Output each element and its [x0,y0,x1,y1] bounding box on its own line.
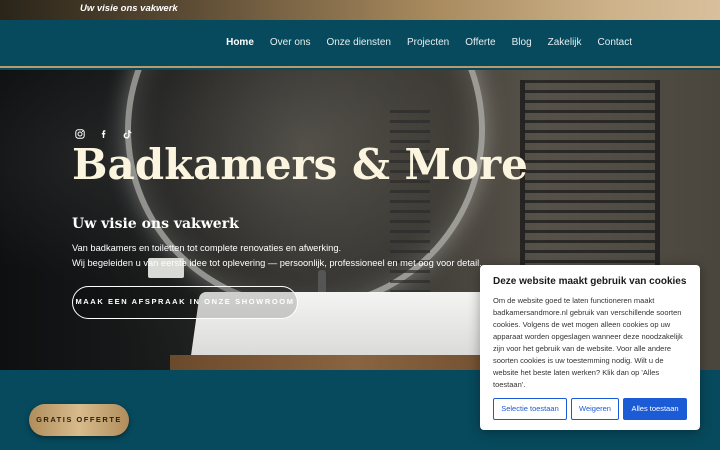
allow-all-cookies-button[interactable]: Alles toestaan [623,398,687,420]
allow-selection-button[interactable]: Selectie toestaan [493,398,567,420]
nav-item-zakelijk[interactable]: Zakelijk [548,37,582,48]
hero-description-line-2: Wij begeleiden u van eerste idee tot opl… [72,258,482,268]
facebook-icon[interactable] [99,124,109,138]
hero-description: Van badkamers en toiletten tot complete … [72,241,492,271]
nav-item-onze-diensten[interactable]: Onze diensten [326,37,391,48]
instagram-icon[interactable] [75,124,85,139]
hero-subtitle: Uw visie ons vakwerk [72,216,239,232]
cookie-title: Deze website maakt gebruik van cookies [493,276,687,287]
nav-item-projecten[interactable]: Projecten [407,37,449,48]
cookie-buttons: Selectie toestaan Weigeren Alles toestaa… [493,398,687,420]
deny-cookies-button[interactable]: Weigeren [571,398,619,420]
cookie-text: Om de website goed te laten functioneren… [493,296,683,389]
gratis-offerte-button[interactable]: GRATIS OFFERTE [29,404,129,436]
hero-title: Badkamers & More [72,140,528,189]
top-bar: Uw visie ons vakwerk [0,0,720,20]
tiktok-icon[interactable] [123,124,133,139]
nav-item-blog[interactable]: Blog [512,37,532,48]
social-links [75,124,133,139]
nav-item-offerte[interactable]: Offerte [465,37,495,48]
showroom-appointment-button[interactable]: Maak een afspraak in onze showroom [72,286,298,319]
nav-item-contact[interactable]: Contact [598,37,632,48]
nav-menu: Home Over ons Onze diensten Projecten Of… [210,37,632,48]
nav-item-home[interactable]: Home [226,37,254,48]
cookie-consent-dialog: Deze website maakt gebruik van cookies O… [480,265,700,430]
main-navigation: Home Over ons Onze diensten Projecten Of… [0,20,720,68]
nav-item-over-ons[interactable]: Over ons [270,37,311,48]
hero-description-line-1: Van badkamers en toiletten tot complete … [72,243,342,253]
top-tagline: Uw visie ons vakwerk [80,3,178,14]
